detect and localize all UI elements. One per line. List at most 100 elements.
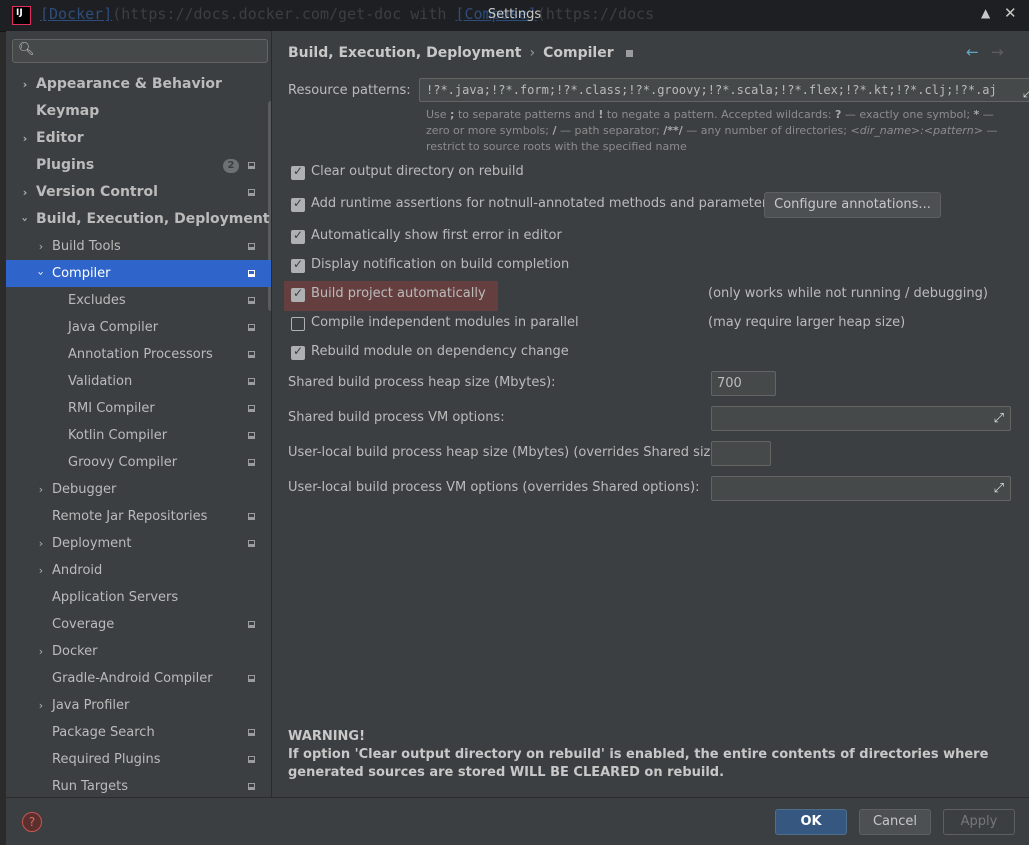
sidebar-item-label: Plugins xyxy=(36,157,95,173)
sidebar-item-label: Compiler xyxy=(52,266,111,281)
sidebar-item-label: Run Targets xyxy=(52,779,129,794)
runtime-assertions-checkbox[interactable] xyxy=(291,196,305,212)
project-level-icon xyxy=(625,49,633,57)
sidebar-item-groovy-compiler[interactable]: Groovy Compiler xyxy=(6,449,271,476)
sidebar-item-label: Package Search xyxy=(52,725,155,740)
sidebar-item-version-control[interactable]: › Version Control xyxy=(6,179,271,206)
warning-title: WARNING! xyxy=(288,729,366,744)
sidebar-item-build-tools[interactable]: › Build Tools xyxy=(6,233,271,260)
sidebar-item-keymap[interactable]: Keymap xyxy=(6,98,271,125)
sidebar-item-java-profiler[interactable]: › Java Profiler xyxy=(6,692,271,719)
sidebar-item-label: Build, Execution, Deployment xyxy=(36,211,270,227)
help-text: — path separator; xyxy=(556,124,664,137)
close-icon[interactable]: ✕ xyxy=(1004,4,1017,22)
project-level-icon xyxy=(248,432,255,439)
chevron-right-icon: › xyxy=(38,699,44,712)
compile-parallel-label[interactable]: Compile independent modules in parallel xyxy=(311,315,579,330)
sidebar-item-rmi-compiler[interactable]: RMI Compiler xyxy=(6,395,271,422)
dialog-footer: ? OK Cancel Apply xyxy=(6,797,1029,845)
sidebar-item-label: RMI Compiler xyxy=(68,401,155,416)
project-level-icon xyxy=(248,270,255,277)
shared-heap-label: Shared build process heap size (Mbytes): xyxy=(288,375,556,390)
sidebar-item-required-plugins[interactable]: Required Plugins xyxy=(6,746,271,773)
breadcrumb-current: Compiler xyxy=(543,45,614,61)
sidebar-item-annotation-processors[interactable]: Annotation Processors xyxy=(6,341,271,368)
sidebar-item-compiler[interactable]: › Compiler xyxy=(6,260,271,287)
sidebar-item-validation[interactable]: Validation xyxy=(6,368,271,395)
sidebar-item-package-search[interactable]: Package Search xyxy=(6,719,271,746)
display-notification-checkbox[interactable] xyxy=(291,257,305,273)
project-level-icon xyxy=(248,405,255,412)
back-arrow-icon[interactable]: ← xyxy=(966,43,979,61)
resource-patterns-label: Resource patterns: xyxy=(288,83,411,98)
minimize-icon[interactable]: ▲ xyxy=(981,6,990,20)
runtime-assertions-label[interactable]: Add runtime assertions for notnull-annot… xyxy=(311,196,774,211)
sidebar-item-label: Keymap xyxy=(36,103,100,119)
sidebar-item-java-compiler[interactable]: Java Compiler xyxy=(6,314,271,341)
show-first-error-label[interactable]: Automatically show first error in editor xyxy=(311,228,562,243)
resource-patterns-input[interactable]: !?*.java;!?*.form;!?*.class;!?*.groovy;!… xyxy=(419,78,1029,102)
clear-output-label[interactable]: Clear output directory on rebuild xyxy=(311,164,524,179)
shared-vm-options-input[interactable]: ⤢ xyxy=(711,406,1011,431)
expand-icon[interactable]: ⤢ xyxy=(994,481,1004,496)
settings-search-input[interactable]: 🔍︎ xyxy=(12,39,268,63)
sidebar-item-label: Annotation Processors xyxy=(68,347,213,362)
breadcrumb-parent[interactable]: Build, Execution, Deployment xyxy=(288,45,522,61)
sidebar-item-plugins[interactable]: Plugins 2 xyxy=(6,152,271,179)
ok-button[interactable]: OK xyxy=(775,809,847,835)
sidebar-item-application-servers[interactable]: Application Servers xyxy=(6,584,271,611)
rebuild-warning: WARNING! If option 'Clear output directo… xyxy=(288,728,1008,782)
sidebar-item-label: Docker xyxy=(52,644,98,659)
rebuild-module-checkbox[interactable] xyxy=(291,344,305,360)
settings-sidebar: 🔍︎ › Appearance & Behavior Keymap › Editor… xyxy=(6,31,272,797)
sidebar-item-appearance[interactable]: › Appearance & Behavior xyxy=(6,71,271,98)
help-text: — exactly one symbol; xyxy=(841,108,974,121)
chevron-down-icon: › xyxy=(18,217,32,222)
chevron-right-icon: › xyxy=(22,132,28,145)
show-first-error-checkbox[interactable] xyxy=(291,228,305,244)
clear-output-checkbox[interactable] xyxy=(291,164,305,180)
sidebar-item-label: Application Servers xyxy=(52,590,179,605)
configure-annotations-button[interactable]: Configure annotations... xyxy=(764,192,941,218)
expand-icon[interactable]: ⤢ xyxy=(994,411,1004,426)
help-text: — any number of directories; xyxy=(682,124,851,137)
sidebar-item-label: Deployment xyxy=(52,536,132,551)
plugins-update-badge: 2 xyxy=(223,159,239,173)
compile-parallel-checkbox[interactable] xyxy=(291,317,305,331)
sidebar-item-remote-jar-repositories[interactable]: Remote Jar Repositories xyxy=(6,503,271,530)
expand-icon[interactable]: ⤢ xyxy=(1023,83,1029,101)
settings-tree: › Appearance & Behavior Keymap › Editor Pl… xyxy=(6,71,271,797)
sidebar-item-debugger[interactable]: › Debugger xyxy=(6,476,271,503)
chevron-right-icon: › xyxy=(38,537,44,550)
sidebar-item-deployment[interactable]: › Deployment xyxy=(6,530,271,557)
forward-arrow-icon[interactable]: → xyxy=(991,43,1004,61)
sidebar-item-label: Remote Jar Repositories xyxy=(52,509,208,524)
sidebar-item-label: Version Control xyxy=(36,184,158,200)
help-button[interactable]: ? xyxy=(22,812,42,832)
project-level-icon xyxy=(248,513,255,520)
build-automatically-checkbox[interactable] xyxy=(291,286,305,302)
sidebar-item-kotlin-compiler[interactable]: Kotlin Compiler xyxy=(6,422,271,449)
cancel-button[interactable]: Cancel xyxy=(859,809,931,835)
chevron-right-icon: › xyxy=(38,240,44,253)
sidebar-item-excludes[interactable]: Excludes xyxy=(6,287,271,314)
sidebar-item-label: Coverage xyxy=(52,617,115,632)
sidebar-item-editor[interactable]: › Editor xyxy=(6,125,271,152)
rebuild-module-label[interactable]: Rebuild module on dependency change xyxy=(311,344,569,359)
help-text: Use xyxy=(426,108,451,121)
sidebar-item-run-targets[interactable]: Run Targets xyxy=(6,773,271,797)
user-vm-options-input[interactable]: ⤢ xyxy=(711,476,1011,501)
sidebar-item-label: Gradle-Android Compiler xyxy=(52,671,213,686)
search-icon: 🔍︎ xyxy=(18,42,35,57)
sidebar-item-android[interactable]: › Android xyxy=(6,557,271,584)
user-heap-input[interactable] xyxy=(711,441,771,466)
shared-heap-input[interactable]: 700 xyxy=(711,371,776,396)
sidebar-item-build-execution-deployment[interactable]: › Build, Execution, Deployment xyxy=(6,206,271,233)
sidebar-item-coverage[interactable]: Coverage xyxy=(6,611,271,638)
sidebar-item-docker[interactable]: › Docker xyxy=(6,638,271,665)
display-notification-label[interactable]: Display notification on build completion xyxy=(311,257,569,272)
build-automatically-label[interactable]: Build project automatically xyxy=(311,286,486,301)
title-bar: [Docker](https://docs.docker.com/get-doc… xyxy=(0,0,1029,32)
sidebar-item-gradle-android-compiler[interactable]: Gradle-Android Compiler xyxy=(6,665,271,692)
apply-button[interactable]: Apply xyxy=(943,809,1015,835)
